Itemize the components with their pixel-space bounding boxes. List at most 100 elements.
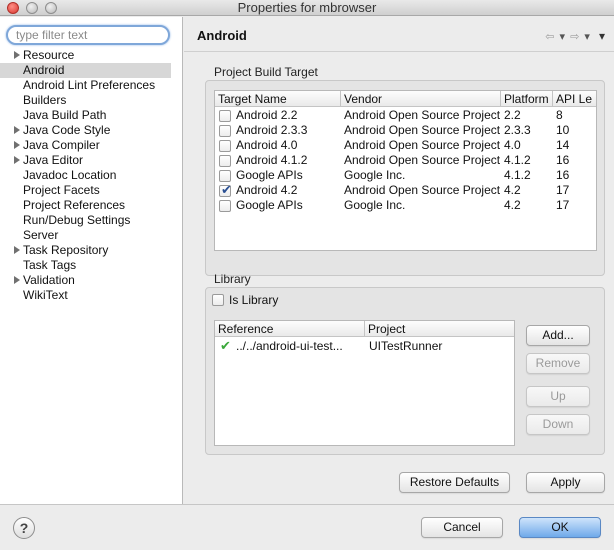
cell-platform: 4.2 [504,183,521,197]
back-dropdown-icon[interactable]: ▾ [560,31,567,43]
ok-button[interactable]: OK [519,517,601,538]
target-checkbox[interactable] [219,140,231,152]
column-api-level[interactable]: API Le [553,91,596,107]
forward-dropdown-icon[interactable]: ▾ [584,31,591,43]
cell-platform: 4.1.2 [504,153,531,167]
target-checkbox[interactable] [219,200,231,212]
cell-platform: 2.2 [504,108,521,122]
sidebar-item-label: Java Build Path [23,108,107,122]
build-target-row[interactable]: ✔ Android 4.2 Android Open Source Project 4… [215,182,596,198]
sidebar-item-label: WikiText [23,288,68,302]
build-target-row[interactable]: Google APIs Google Inc. 4.2 17 [215,198,596,213]
expand-arrow-icon[interactable] [14,246,20,254]
window-title: Properties for mbrowser [237,0,377,15]
build-target-label: Project Build Target [214,65,318,79]
sidebar-item[interactable]: Task Repository [0,243,183,258]
sidebar-item[interactable]: Project Facets [0,183,183,198]
cell-api: 17 [556,183,570,197]
sidebar-item[interactable]: Android [0,63,171,78]
header-divider [184,51,614,52]
sidebar-item[interactable]: Java Build Path [0,108,183,123]
sidebar-item[interactable]: Run/Debug Settings [0,213,183,228]
expand-arrow-icon[interactable] [14,126,20,134]
cell-project: UITestRunner [369,339,443,353]
target-checkbox[interactable] [219,170,231,182]
build-target-row[interactable]: Android 4.0 Android Open Source Project 4.… [215,138,596,153]
sidebar-item[interactable]: Project References [0,198,183,213]
cell-vendor: Google Inc. [344,198,406,212]
cell-vendor: Android Open Source Project [344,153,501,167]
cell-platform: 4.1.2 [504,168,531,182]
up-button[interactable]: Up [526,386,590,407]
remove-button[interactable]: Remove [526,353,590,374]
is-library-label: Is Library [229,293,279,307]
build-target-row[interactable]: Android 2.3.3 Android Open Source Project… [215,123,596,138]
help-icon[interactable]: ? [13,517,35,539]
sidebar-item[interactable]: Java Compiler [0,138,183,153]
cell-api: 8 [556,108,563,122]
cell-name: Android 4.2 [236,183,298,197]
sidebar-item[interactable]: Javadoc Location [0,168,183,183]
build-target-row[interactable]: Android 2.2 Android Open Source Project 2.… [215,108,596,123]
cell-name: Google APIs [236,198,303,212]
checkmark-icon: ✔ [221,182,232,197]
restore-defaults-button[interactable]: Restore Defaults [399,472,510,493]
filter-input[interactable] [6,25,170,45]
library-row[interactable]: ✔ ../../android-ui-test... UITestRunner [215,338,514,354]
is-library-checkbox[interactable] [212,294,224,306]
expand-arrow-icon[interactable] [14,276,20,284]
target-checkbox[interactable] [219,155,231,167]
target-checkbox[interactable] [219,125,231,137]
expand-arrow-icon[interactable] [14,141,20,149]
target-checkbox[interactable]: ✔ [219,182,232,197]
sidebar-item[interactable]: Java Code Style [0,123,183,138]
expand-arrow-icon[interactable] [14,156,20,164]
sidebar-item[interactable]: Server [0,228,183,243]
add-button[interactable]: Add... [526,325,590,346]
cell-api: 14 [556,138,570,152]
sidebar-item-label: Task Tags [23,258,77,272]
build-target-row[interactable]: Android 4.1.2 Android Open Source Project… [215,153,596,168]
sidebar-item-label: Android Lint Preferences [23,78,156,92]
column-platform[interactable]: Platform [501,91,553,107]
sidebar-item[interactable]: Java Editor [0,153,183,168]
cancel-button[interactable]: Cancel [421,517,503,538]
sidebar-item[interactable]: Resource [0,48,183,63]
target-checkbox[interactable] [219,110,231,122]
library-table: Reference Project ✔ ../../android-ui-test… [214,320,515,446]
preference-tree: Resource Android Android Lint Preferences B… [0,48,183,303]
sidebar-item[interactable]: Builders [0,93,183,108]
build-target-group: Target Name Vendor Platform API Le Andro… [205,80,605,276]
build-target-row[interactable]: Google APIs Google Inc. 4.1.2 16 [215,168,596,183]
apply-button[interactable]: Apply [526,472,605,493]
sidebar-item-label: Javadoc Location [23,168,117,182]
column-reference[interactable]: Reference [215,321,365,337]
sidebar-item-label: Android [23,63,65,77]
sidebar-item-label: Project Facets [23,183,100,197]
down-button[interactable]: Down [526,414,590,435]
sidebar-item[interactable]: Android Lint Preferences [0,78,183,93]
sidebar-item-label: Java Compiler [23,138,100,152]
cell-api: 16 [556,153,570,167]
sidebar-item[interactable]: Task Tags [0,258,183,273]
cell-reference: ../../android-ui-test... [236,339,343,353]
main-panel: Android ⇦ ▾ ⇨ ▾ ▾ Project Build Target T… [184,17,614,504]
forward-arrow-icon[interactable]: ⇨ [570,31,580,43]
history-nav: ⇦ ▾ ⇨ ▾ ▾ [545,29,606,43]
library-header: Reference Project [215,321,514,337]
library-group: Is Library Reference Project ✔ ../../andr… [205,287,605,455]
sidebar-item[interactable]: WikiText [0,288,183,303]
column-vendor[interactable]: Vendor [341,91,501,107]
build-target-header: Target Name Vendor Platform API Le [215,91,596,107]
cell-vendor: Google Inc. [344,168,406,182]
expand-arrow-icon[interactable] [14,51,20,59]
back-arrow-icon[interactable]: ⇦ [545,31,555,43]
title-bar: Properties for mbrowser [0,0,614,16]
column-target-name[interactable]: Target Name [215,91,341,107]
column-project[interactable]: Project [365,321,514,337]
sidebar-item-label: Project References [23,198,126,212]
cell-vendor: Android Open Source Project [344,183,501,197]
library-label: Library [214,272,251,286]
view-menu-icon[interactable]: ▾ [599,29,606,43]
sidebar-item[interactable]: Validation [0,273,183,288]
